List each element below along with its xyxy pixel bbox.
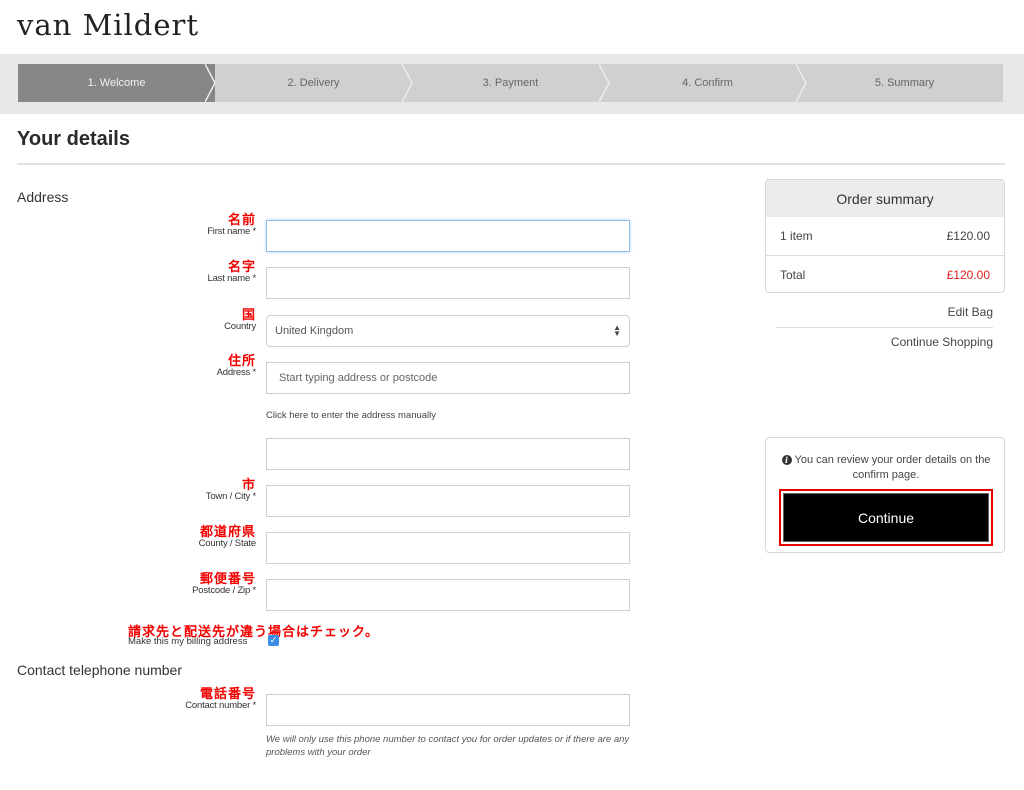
title-divider bbox=[17, 163, 1005, 165]
phone-help-text: We will only use this phone number to co… bbox=[266, 734, 630, 758]
country-select[interactable]: United Kingdom ▲ ▼ bbox=[266, 315, 630, 347]
county-label: 都道府県 County / State bbox=[198, 524, 257, 549]
items-count: 1 item bbox=[780, 229, 813, 243]
total-label: Total bbox=[780, 267, 806, 282]
step-delivery: 2. Delivery bbox=[215, 64, 413, 102]
billing-address-label: Make this my billing address bbox=[128, 636, 248, 647]
county-label-text: County / State bbox=[198, 538, 257, 549]
order-summary-panel: Order summary 1 item £120.00 Total £120.… bbox=[765, 179, 1005, 293]
country-label-text: Country bbox=[224, 321, 256, 332]
country-jp-annotation: 国 bbox=[241, 307, 256, 322]
contact-number-label: 電話番号 Contact number * bbox=[185, 687, 256, 711]
select-updown-icon: ▲ ▼ bbox=[613, 323, 621, 338]
step-label: 5. Summary bbox=[874, 77, 935, 89]
step-label: 1. Welcome bbox=[87, 77, 146, 89]
chevron-right-icon bbox=[402, 64, 413, 102]
first-name-jp-annotation: 名前 bbox=[227, 212, 256, 227]
step-label: 3. Payment bbox=[482, 77, 539, 89]
address-jp-annotation: 住所 bbox=[227, 353, 256, 368]
chevron-right-icon bbox=[796, 64, 807, 102]
step-summary: 5. Summary bbox=[806, 64, 1003, 102]
address-lookup-input[interactable] bbox=[266, 362, 630, 394]
address-label: 住所 Address * bbox=[216, 353, 257, 378]
postcode-label: 郵便番号 Postcode / Zip * bbox=[192, 572, 256, 596]
postcode-label-text: Postcode / Zip * bbox=[192, 585, 256, 596]
info-circle-icon: i bbox=[781, 455, 792, 465]
continue-button[interactable]: Continue bbox=[783, 493, 989, 542]
continue-shopping-link[interactable]: Continue Shopping bbox=[891, 335, 993, 349]
step-confirm: 4. Confirm bbox=[609, 64, 807, 102]
address-heading: Address bbox=[17, 189, 69, 205]
chevron-right-icon bbox=[205, 64, 216, 102]
contact-heading: Contact telephone number bbox=[17, 662, 182, 678]
summary-total-row: Total £120.00 bbox=[766, 255, 1004, 292]
summary-items-row: 1 item £120.00 bbox=[766, 217, 1004, 255]
page-title: Your details bbox=[17, 128, 130, 150]
town-label: 市 Town / City * bbox=[206, 478, 256, 502]
side-links-divider bbox=[776, 327, 993, 328]
review-info-message: i You can review your order details on th… bbox=[776, 453, 996, 483]
last-name-label-text: Last name * bbox=[207, 273, 257, 284]
total-value: £120.00 bbox=[946, 267, 990, 282]
county-state-input[interactable] bbox=[266, 532, 630, 564]
country-label: 国 Country bbox=[224, 308, 256, 332]
postcode-zip-input[interactable] bbox=[266, 579, 630, 611]
county-jp-annotation: 都道府県 bbox=[199, 524, 256, 539]
step-label: 4. Confirm bbox=[682, 77, 733, 89]
order-summary-heading: Order summary bbox=[766, 180, 1004, 217]
brand-logo[interactable]: van Mildert bbox=[17, 8, 199, 42]
enter-address-manually-link[interactable]: Click here to enter the address manually bbox=[266, 410, 436, 421]
chevron-right-icon bbox=[599, 64, 610, 102]
address-label-text: Address * bbox=[216, 367, 257, 378]
contact-jp-annotation: 電話番号 bbox=[199, 686, 256, 701]
continue-panel: i You can review your order details on th… bbox=[765, 437, 1005, 553]
town-label-text: Town / City * bbox=[205, 491, 256, 502]
town-jp-annotation: 市 bbox=[241, 477, 256, 492]
last-name-jp-annotation: 名字 bbox=[227, 259, 256, 274]
contact-number-label-text: Contact number * bbox=[185, 700, 256, 711]
review-info-text: You can review your order details on the… bbox=[794, 454, 991, 481]
first-name-label: 名前 First name * bbox=[207, 213, 256, 237]
country-selected-value: United Kingdom bbox=[275, 325, 354, 337]
last-name-label: 名字 Last name * bbox=[208, 260, 257, 284]
step-payment: 3. Payment bbox=[412, 64, 610, 102]
contact-number-input[interactable] bbox=[266, 694, 630, 726]
continue-highlight-box: Continue bbox=[779, 489, 993, 546]
checkout-steps: 1. Welcome 2. Delivery 3. Payment 4. Con… bbox=[18, 64, 1003, 102]
postcode-jp-annotation: 郵便番号 bbox=[199, 571, 256, 586]
checkout-progress-bar: 1. Welcome 2. Delivery 3. Payment 4. Con… bbox=[0, 54, 1024, 114]
first-name-label-text: First name * bbox=[207, 226, 256, 237]
step-label: 2. Delivery bbox=[287, 77, 340, 89]
step-welcome: 1. Welcome bbox=[18, 64, 216, 102]
town-city-input[interactable] bbox=[266, 485, 630, 517]
address-line-2-input[interactable] bbox=[266, 438, 630, 470]
items-subtotal: £120.00 bbox=[946, 229, 990, 243]
first-name-input[interactable] bbox=[266, 220, 630, 252]
edit-bag-link[interactable]: Edit Bag bbox=[948, 305, 993, 319]
billing-address-checkbox[interactable]: ✓ bbox=[268, 635, 279, 646]
last-name-input[interactable] bbox=[266, 267, 630, 299]
